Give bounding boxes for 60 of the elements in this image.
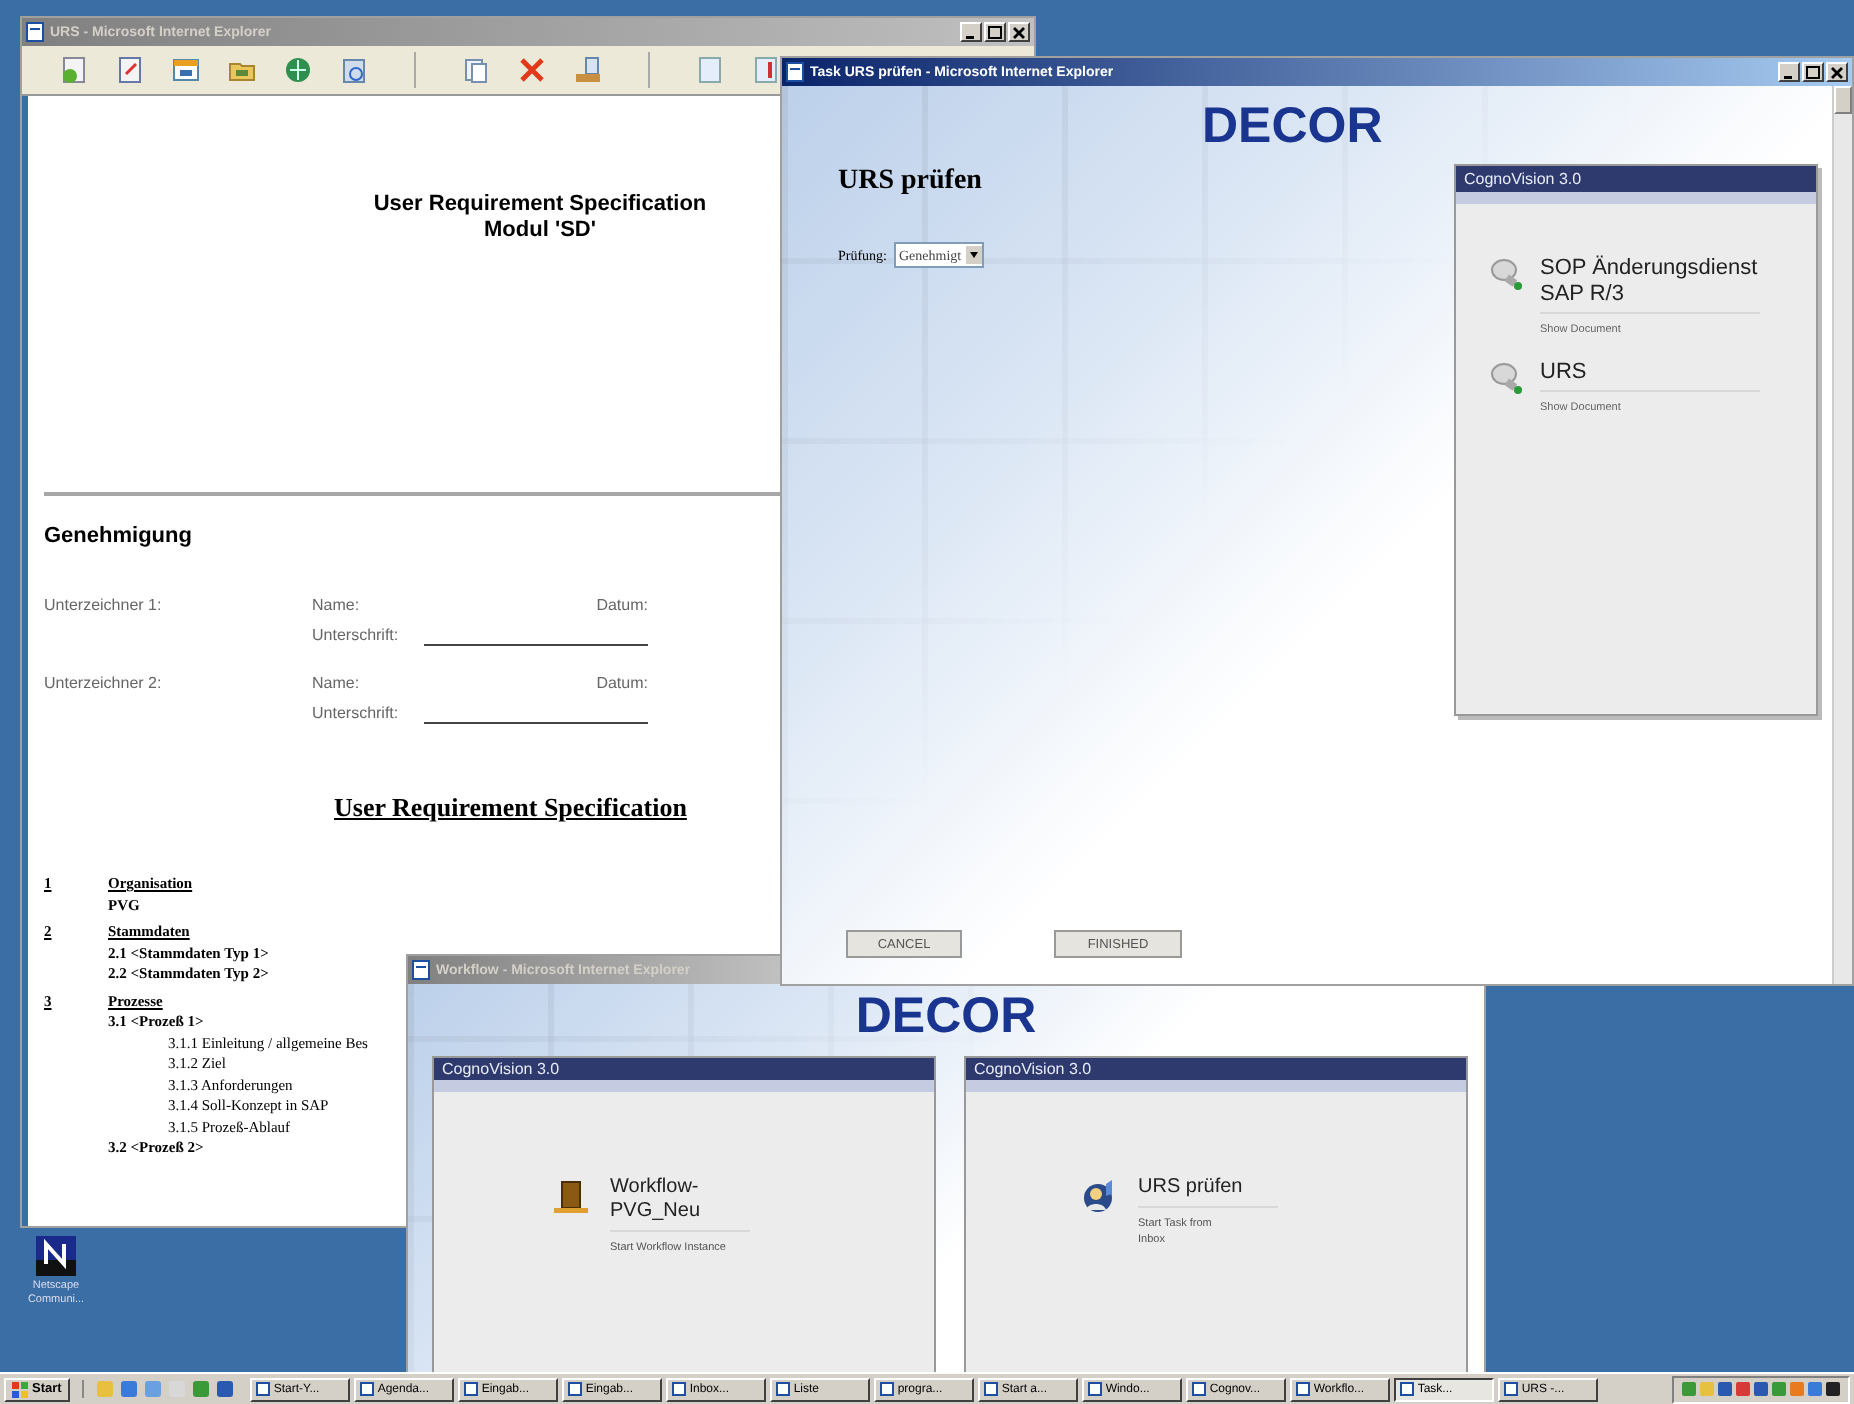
item-title[interactable]: URS prüfen — [1138, 1176, 1278, 1208]
logo: DECOR — [855, 988, 1037, 1044]
date-label: Datum: — [594, 674, 648, 692]
signature-label: Unterschrift: — [312, 626, 401, 646]
window-icon — [255, 1382, 270, 1396]
minimize-button[interactable] — [1778, 62, 1800, 82]
maximize-button[interactable] — [1802, 62, 1824, 82]
person-icon — [1078, 1176, 1118, 1216]
signer-label: Unterzeichner 1: — [44, 596, 164, 614]
window-icon — [1295, 1382, 1310, 1396]
close-button[interactable] — [1008, 22, 1030, 42]
delete-icon[interactable] — [516, 54, 548, 86]
document-heading: User Requirement Specification — [371, 192, 709, 218]
copy-icon[interactable] — [460, 54, 492, 86]
app-icon[interactable] — [36, 1236, 76, 1276]
document-icon[interactable] — [58, 54, 90, 86]
section-title: Genehmigung — [44, 524, 194, 548]
page-icon — [412, 960, 430, 980]
name-label: Name: — [312, 674, 362, 692]
maximize-icon — [988, 25, 1002, 39]
close-icon — [1830, 65, 1844, 79]
window-icon — [775, 1382, 790, 1396]
document-heading: Modul 'SD' — [482, 218, 598, 244]
name-label: Name: — [312, 596, 362, 614]
maximize-button[interactable] — [984, 22, 1006, 42]
minimize-button[interactable] — [960, 22, 982, 42]
signer-label: Unterzeichner 2: — [44, 674, 164, 692]
windows-logo-icon — [12, 1381, 28, 1397]
door-icon — [550, 1176, 590, 1216]
window-icon — [567, 1382, 582, 1396]
item-title[interactable]: Workflow-PVG_Neu — [610, 1176, 750, 1232]
window-icon — [1191, 1382, 1206, 1396]
window-icon — [879, 1382, 894, 1396]
window-icon — [1503, 1382, 1518, 1396]
window-icon — [1087, 1382, 1102, 1396]
calendar-icon[interactable] — [170, 54, 202, 86]
maximize-icon — [1806, 65, 1820, 79]
logo: DECOR — [1202, 98, 1383, 154]
document-title: URS — [1540, 360, 1760, 392]
window-icon — [359, 1382, 374, 1396]
scrollbar[interactable] — [1832, 86, 1852, 984]
close-button[interactable] — [1826, 62, 1848, 82]
page-heading: URS prüfen — [838, 166, 984, 198]
window-icon — [671, 1382, 686, 1396]
page-icon — [786, 62, 804, 82]
panel-header: CognoVision 3.0 — [434, 1058, 934, 1092]
window-icon — [1399, 1382, 1414, 1396]
close-icon — [1012, 25, 1026, 39]
document-icon[interactable] — [114, 54, 146, 86]
page-icon — [26, 22, 44, 42]
window-icon — [983, 1382, 998, 1396]
window-icon — [463, 1382, 478, 1396]
outline-title: User Requirement Specification — [334, 792, 689, 824]
date-label: Datum: — [594, 596, 648, 614]
panel-header: CognoVision 3.0 — [966, 1058, 1466, 1092]
panel-header: CognoVision 3.0 — [1456, 166, 1816, 204]
document-icon[interactable] — [750, 54, 782, 86]
document-icon[interactable] — [694, 54, 726, 86]
signature-label: Unterschrift: — [312, 704, 401, 724]
document-title: SOP Änderungsdienst SAP R/3 — [1540, 256, 1760, 314]
